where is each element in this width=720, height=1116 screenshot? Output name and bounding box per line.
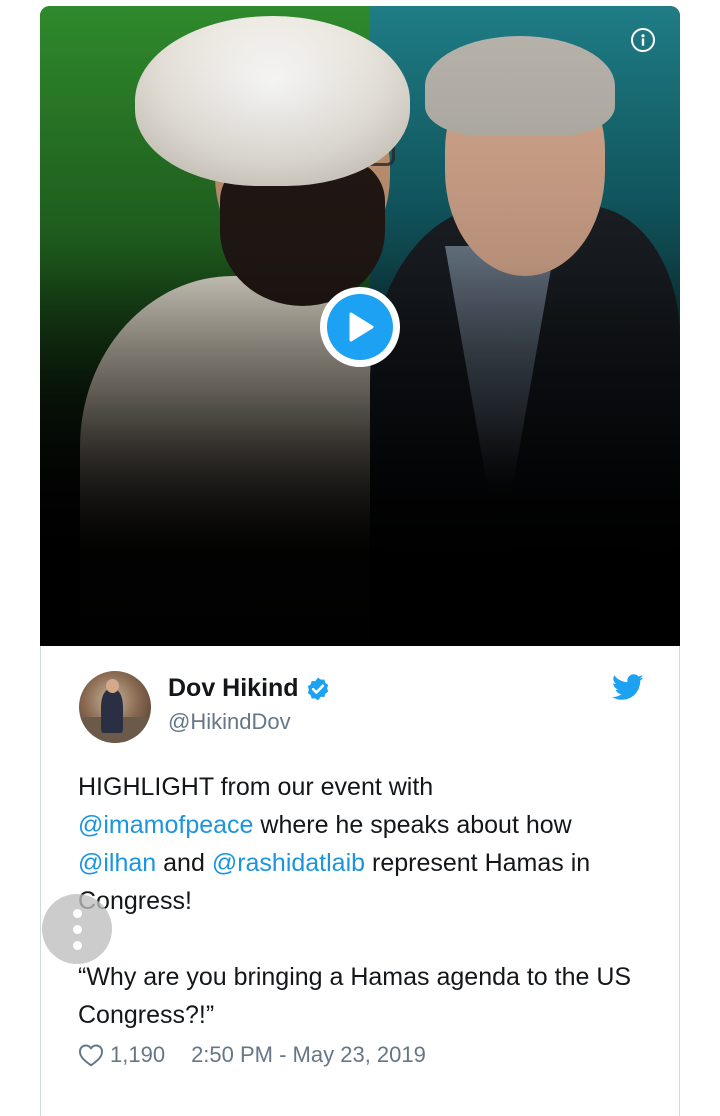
mention-rashidatlaib-link[interactable]: @rashidatlaib	[212, 849, 365, 877]
tweet-paragraph: HIGHLIGHT from our event with @imamofpeac…	[78, 768, 658, 920]
tweet-text-segment: HIGHLIGHT from our event with	[78, 773, 434, 801]
info-icon	[641, 34, 645, 46]
twitter-bird-icon	[612, 674, 644, 700]
floating-menu-button[interactable]	[42, 894, 112, 964]
author-name[interactable]: Dov Hikind	[168, 674, 299, 703]
author-name-row[interactable]: Dov Hikind	[168, 674, 331, 703]
twitter-logo-link[interactable]	[612, 674, 644, 706]
tweet-timestamp-link[interactable]: 2:50 PM - May 23, 2019	[191, 1042, 426, 1068]
like-count: 1,190	[110, 1042, 166, 1067]
avatar-photo-figure	[101, 689, 123, 733]
tweet-text-segment: and	[156, 849, 212, 877]
more-vertical-icon-dot	[72, 908, 82, 918]
play-button-circle	[327, 294, 393, 360]
author-handle[interactable]: @HikindDov	[168, 709, 291, 735]
tweet-meta: 1,190 2:50 PM - May 23, 2019	[78, 1042, 426, 1068]
tweet-card: Dov Hikind @HikindDov HIGHLIGHT from our…	[40, 646, 680, 1116]
tweet-quote: “Why are you bringing a Hamas agenda to …	[78, 963, 632, 1029]
tweet-text-segment: where he speaks about how	[253, 811, 572, 839]
mention-ilhan-link[interactable]: @ilhan	[78, 849, 156, 877]
tweet-text: HIGHLIGHT from our event with @imamofpeac…	[78, 768, 658, 1034]
like-button[interactable]: 1,190	[78, 1042, 165, 1068]
mention-imamofpeace-link[interactable]: @imamofpeace	[78, 811, 253, 839]
video-player[interactable]	[40, 6, 680, 646]
avatar-photo-head	[106, 679, 119, 693]
play-icon	[349, 312, 374, 342]
verified-badge-icon	[307, 677, 328, 700]
heart-icon	[78, 1044, 104, 1067]
play-button[interactable]	[320, 287, 400, 367]
more-vertical-icon-dot	[72, 940, 82, 950]
more-vertical-icon-dot	[72, 924, 82, 934]
avatar[interactable]	[79, 671, 151, 743]
info-button[interactable]	[631, 28, 655, 52]
